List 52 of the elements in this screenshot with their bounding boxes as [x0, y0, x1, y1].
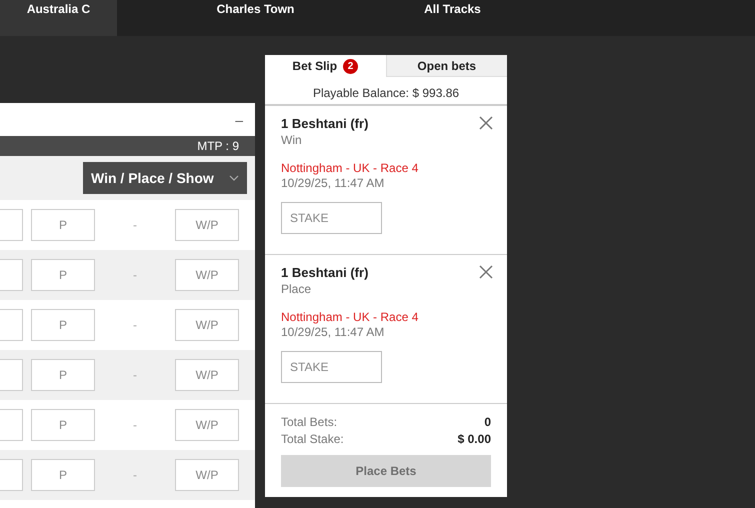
win-place-button[interactable]: W/P [175, 209, 239, 241]
race-time: 10/29/25, 11:47 AM [281, 176, 386, 190]
win-place-button[interactable]: W/P [175, 459, 239, 491]
tab-label: Open bets [417, 58, 476, 72]
odds-button[interactable] [0, 259, 23, 291]
chevron-down-icon [229, 175, 239, 181]
close-icon[interactable] [479, 116, 493, 130]
total-label: Total Stake: [281, 431, 344, 448]
place-button[interactable]: P [31, 359, 95, 391]
total-value: 0 [484, 414, 491, 431]
place-button[interactable]: P [31, 459, 95, 491]
balance-text: Playable Balance: $ 993.86 [265, 77, 507, 106]
race-name: Nottingham - UK - Race 4 [281, 161, 420, 175]
track-tab[interactable]: Charles Town [197, 0, 314, 36]
win-place-button[interactable]: W/P [175, 309, 239, 341]
selection-name: 1 Beshtani (fr) [281, 265, 368, 280]
odds-button[interactable] [0, 459, 23, 491]
odds-button[interactable] [0, 359, 23, 391]
odds-button[interactable] [0, 209, 23, 241]
mtp-bar: MTP : 9 [0, 136, 255, 156]
win-place-button[interactable]: W/P [175, 259, 239, 291]
minimize-button[interactable]: – [235, 112, 243, 128]
win-place-button[interactable]: W/P [175, 409, 239, 441]
stake-input[interactable]: STAKE [281, 202, 382, 234]
separator-text: - [132, 368, 138, 382]
separator-text: - [132, 268, 138, 282]
bet-type-text: Win [281, 133, 303, 147]
total-value: $ 0.00 [458, 431, 491, 448]
stake-input[interactable]: STAKE [281, 351, 382, 383]
close-icon[interactable] [479, 265, 493, 279]
odds-button[interactable] [0, 309, 23, 341]
track-tab[interactable]: All Tracks [394, 0, 511, 36]
bet-type-text: Place [281, 282, 312, 296]
track-tab[interactable]: Australia C [0, 0, 117, 36]
slip-tab[interactable]: Open bets [386, 55, 507, 77]
total-label: Total Bets: [281, 414, 338, 431]
odds-button[interactable] [0, 409, 23, 441]
bet-type-dropdown[interactable]: Win / Place / Show [83, 162, 247, 194]
tab-label: Bet Slip [292, 59, 338, 73]
separator-text: - [132, 468, 138, 482]
win-place-button[interactable]: W/P [175, 359, 239, 391]
race-name: Nottingham - UK - Race 4 [281, 310, 420, 324]
separator-text: - [132, 418, 138, 432]
count-badge: 2 [343, 58, 358, 74]
race-time: 10/29/25, 11:47 AM [281, 325, 386, 339]
place-button[interactable]: P [31, 259, 95, 291]
place-button[interactable]: P [31, 409, 95, 441]
place-button[interactable]: P [31, 209, 95, 241]
place-button[interactable]: P [31, 309, 95, 341]
separator-text: - [132, 318, 138, 332]
selection-name: 1 Beshtani (fr) [281, 116, 368, 131]
separator-text: - [132, 218, 138, 232]
